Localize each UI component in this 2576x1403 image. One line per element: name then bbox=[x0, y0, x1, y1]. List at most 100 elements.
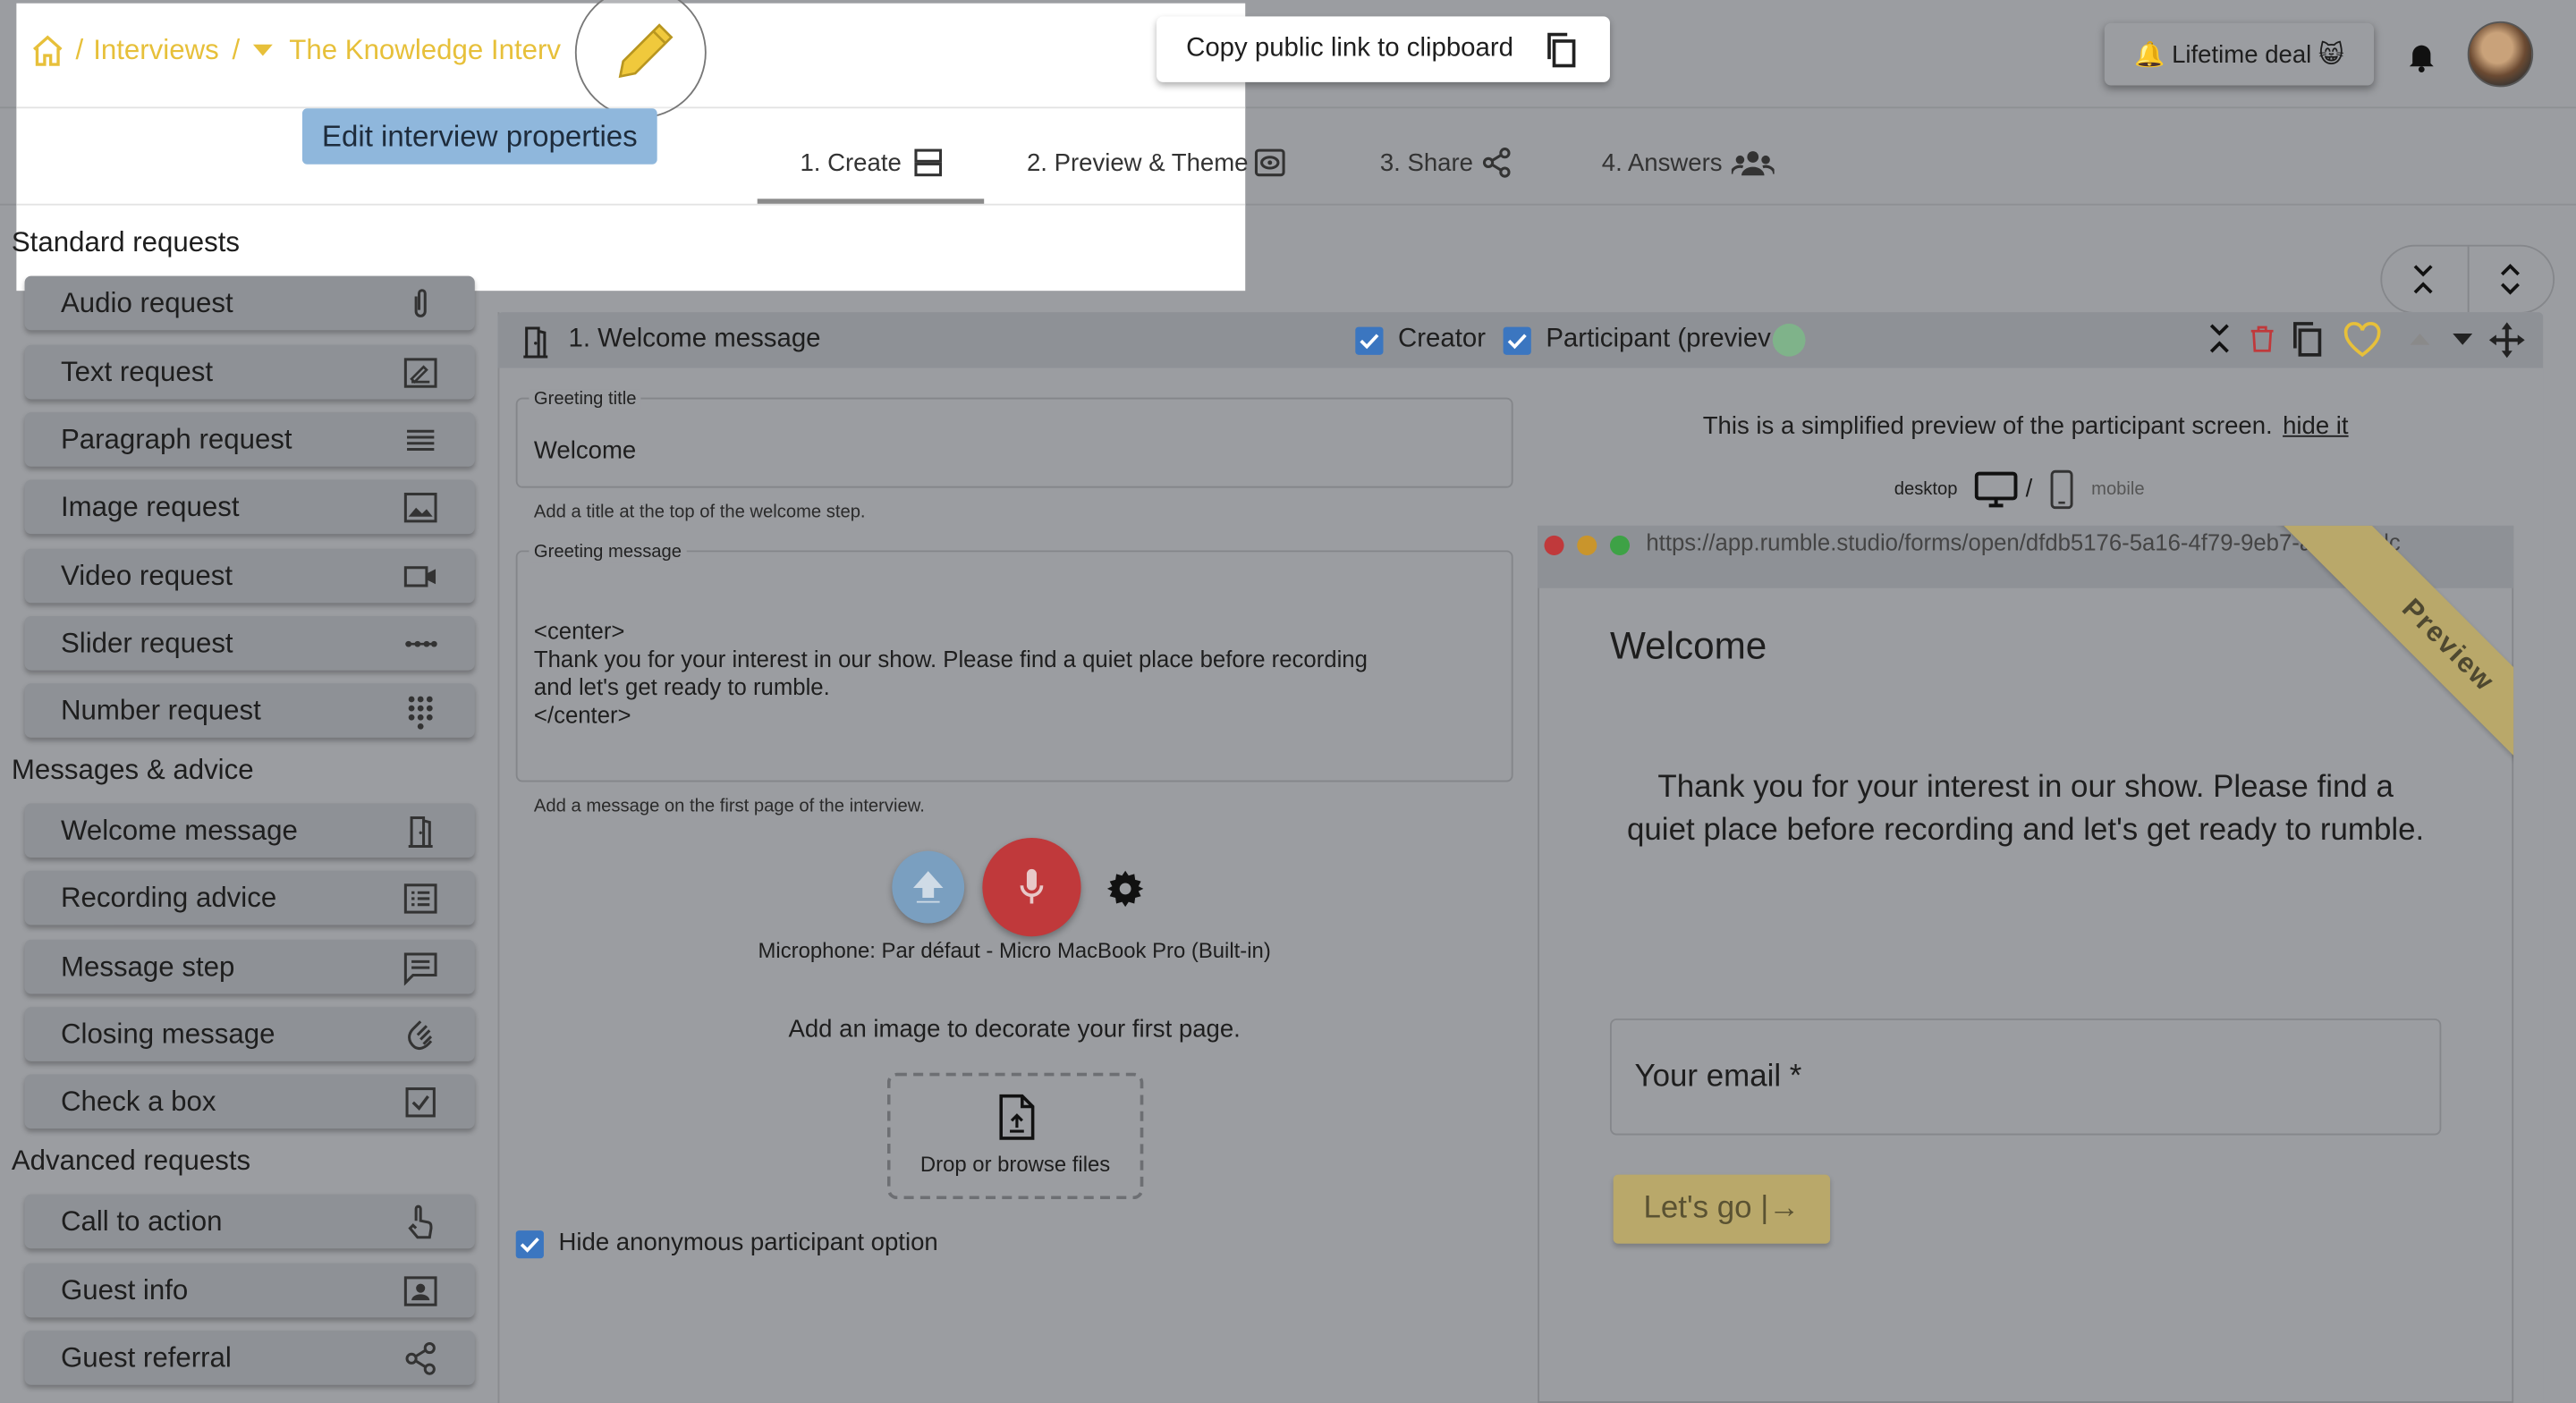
sidebar-item-label: Recording advice bbox=[60, 881, 277, 913]
message-line: </center> bbox=[533, 701, 631, 728]
slider-icon bbox=[402, 626, 438, 662]
sidebar-item-closing-message[interactable]: Closing message bbox=[24, 1007, 475, 1061]
preview-url: https://app.rumble.studio/forms/open/dfd… bbox=[1646, 528, 2401, 555]
sidebar-item-label: Text request bbox=[60, 355, 214, 387]
sidebar-item-recording-advice[interactable]: Recording advice bbox=[24, 870, 475, 925]
participant-checkbox[interactable] bbox=[1503, 326, 1531, 355]
dialpad-icon bbox=[402, 693, 438, 730]
sidebar-item-guest-referral[interactable]: Guest referral bbox=[24, 1331, 475, 1385]
microphone-label: Microphone: Par défaut - Micro MacBook P… bbox=[758, 938, 1271, 963]
sidebar-item-welcome-message[interactable]: Welcome message bbox=[24, 803, 475, 858]
greeting-title-value[interactable]: Welcome bbox=[534, 437, 636, 465]
hide-preview-link[interactable]: hide it bbox=[2283, 412, 2349, 440]
greeting-title-help: Add a title at the top of the welcome st… bbox=[533, 503, 866, 523]
sidebar-item-call-to-action[interactable]: Call to action bbox=[24, 1194, 475, 1249]
avatar[interactable] bbox=[2467, 21, 2534, 88]
copy-link-label: Copy public link to clipboard bbox=[1186, 34, 1514, 63]
messages-advice-title: Messages & advice bbox=[11, 754, 254, 786]
upload-icon bbox=[911, 869, 945, 905]
cursor-dot bbox=[1772, 323, 1806, 357]
tab-create-label: 1. Create bbox=[800, 148, 902, 177]
upload-audio-button[interactable] bbox=[892, 850, 965, 924]
preview-email-input[interactable]: Your email * bbox=[1609, 1018, 2442, 1136]
tab-answers[interactable]: 4. Answers bbox=[1602, 141, 1775, 184]
mobile-icon[interactable] bbox=[2048, 469, 2074, 510]
record-button[interactable] bbox=[982, 837, 1081, 937]
advanced-requests-title: Advanced requests bbox=[11, 1145, 251, 1177]
preview-note: This is a simplified preview of the part… bbox=[1538, 412, 2513, 440]
bell-icon[interactable] bbox=[2403, 36, 2439, 75]
sidebar-item-label: Guest referral bbox=[60, 1341, 232, 1373]
sidebar-item-label: Check a box bbox=[60, 1085, 216, 1117]
group-divider bbox=[2467, 246, 2470, 313]
lifetime-deal-label: 🔔 Lifetime deal 😸 bbox=[2134, 40, 2344, 70]
checkbox-icon bbox=[402, 1085, 438, 1120]
sidebar-item-label: Audio request bbox=[60, 286, 233, 318]
move-down-icon[interactable] bbox=[2453, 333, 2473, 347]
sidebar-item-paragraph-request[interactable]: Paragraph request bbox=[24, 412, 475, 467]
greeting-title-field[interactable] bbox=[515, 397, 1513, 488]
settings-gear-icon[interactable] bbox=[1106, 869, 1145, 909]
share-icon bbox=[1479, 147, 1513, 180]
sidebar-item-slider-request[interactable]: Slider request bbox=[24, 615, 475, 671]
window-minimize-dot bbox=[1577, 535, 1597, 555]
sidebar-item-text-request[interactable]: Text request bbox=[24, 344, 475, 400]
lets-go-button[interactable]: Let's go |→ bbox=[1613, 1174, 1831, 1244]
file-upload-icon bbox=[996, 1093, 1038, 1142]
wave-hand-icon bbox=[402, 1017, 438, 1052]
duplicate-icon[interactable] bbox=[2287, 318, 2326, 358]
email-placeholder: Your email * bbox=[1634, 1059, 1802, 1094]
desktop-icon[interactable] bbox=[1974, 469, 2018, 509]
move-up-icon[interactable] bbox=[2410, 332, 2430, 345]
preview-welcome-title: Welcome bbox=[1609, 624, 1767, 667]
message-line: <center> bbox=[533, 617, 625, 645]
sidebar-item-label: Message step bbox=[60, 950, 235, 982]
drop-files-label: Drop or browse files bbox=[919, 1151, 1111, 1177]
greeting-title-label: Greeting title bbox=[529, 389, 642, 410]
users-icon bbox=[1732, 148, 1775, 177]
expand-all-icon[interactable] bbox=[2497, 263, 2523, 296]
message-icon bbox=[402, 950, 438, 986]
greeting-message-text[interactable]: <center> Thank you for your interest in … bbox=[534, 618, 1368, 730]
door-icon bbox=[402, 813, 438, 849]
mobile-label: mobile bbox=[2091, 479, 2145, 500]
spotlight-divider bbox=[16, 203, 1246, 206]
device-separator: / bbox=[2025, 474, 2033, 503]
breadcrumb-interviews-link[interactable]: Interviews bbox=[93, 35, 219, 68]
copy-link-button[interactable]: Copy public link to clipboard bbox=[1157, 16, 1610, 82]
sidebar-item-number-request[interactable]: Number request bbox=[24, 683, 475, 738]
tab-share[interactable]: 3. Share bbox=[1380, 141, 1513, 184]
pencil-icon[interactable] bbox=[611, 13, 683, 86]
tab-create[interactable]: 1. Create bbox=[800, 141, 944, 184]
active-tab-indicator bbox=[757, 199, 985, 204]
sidebar-item-label: Image request bbox=[60, 490, 240, 522]
lifetime-deal-button[interactable]: 🔔 Lifetime deal 😸 bbox=[2104, 22, 2375, 86]
sidebar-item-guest-info[interactable]: Guest info bbox=[24, 1263, 475, 1318]
sidebar-item-image-request[interactable]: Image request bbox=[24, 479, 475, 535]
sidebar-item-video-request[interactable]: Video request bbox=[24, 548, 475, 604]
file-dropzone[interactable]: Drop or browse files bbox=[886, 1072, 1144, 1200]
sidebar-item-audio-request[interactable]: Audio request bbox=[24, 275, 475, 331]
tab-preview-theme[interactable]: 2. Preview & Theme bbox=[1027, 141, 1288, 184]
sidebar-item-message-step[interactable]: Message step bbox=[24, 939, 475, 994]
collapse-all-icon[interactable] bbox=[2410, 263, 2436, 296]
collapse-step-icon[interactable] bbox=[2207, 322, 2233, 355]
trash-icon[interactable] bbox=[2248, 320, 2277, 356]
breadcrumb-separator: / bbox=[232, 34, 241, 66]
sidebar-item-label: Number request bbox=[60, 694, 261, 726]
drag-move-icon[interactable] bbox=[2486, 318, 2529, 361]
list-icon bbox=[402, 881, 438, 917]
tab-answers-label: 4. Answers bbox=[1601, 148, 1723, 177]
creator-checkbox[interactable] bbox=[1355, 326, 1384, 355]
heart-icon[interactable] bbox=[2343, 322, 2382, 358]
window-close-dot bbox=[1544, 535, 1564, 555]
image-icon bbox=[402, 489, 438, 525]
hide-anonymous-checkbox[interactable] bbox=[515, 1230, 544, 1259]
interview-title[interactable]: The Knowledge Interv bbox=[289, 35, 561, 68]
caret-down-icon[interactable] bbox=[252, 44, 273, 58]
add-image-text: Add an image to decorate your first page… bbox=[788, 1015, 1241, 1044]
home-icon[interactable] bbox=[30, 33, 65, 69]
preview-note-text: This is a simplified preview of the part… bbox=[1702, 412, 2273, 441]
creator-label: Creator bbox=[1398, 325, 1487, 353]
sidebar-item-check-a-box[interactable]: Check a box bbox=[24, 1074, 475, 1129]
